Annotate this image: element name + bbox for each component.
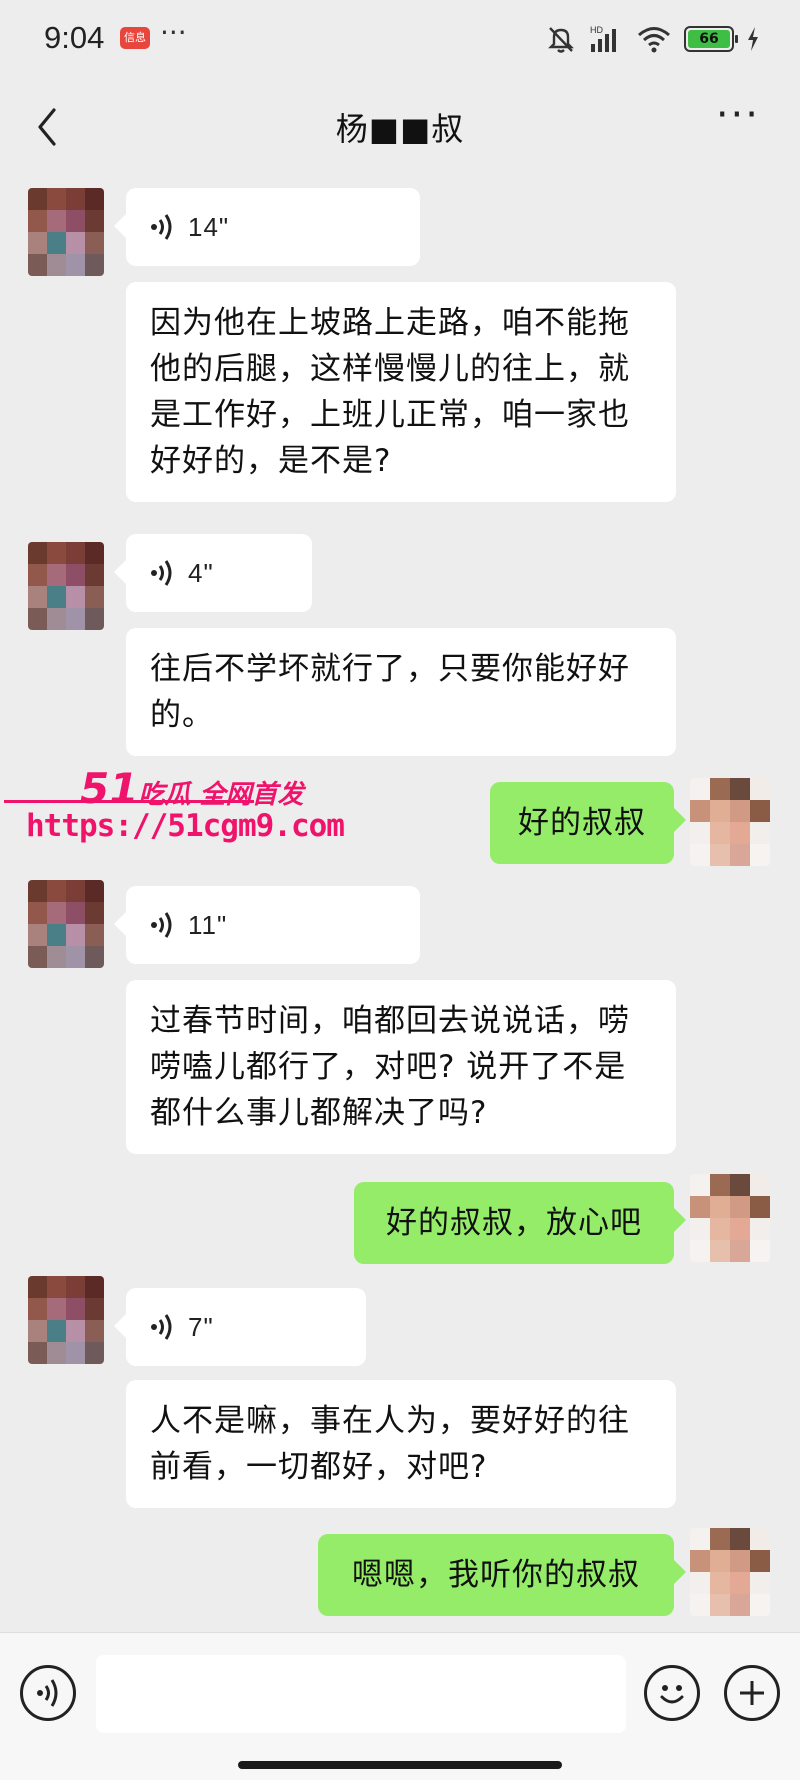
- my-text-message[interactable]: 嗯嗯，我听你的叔叔: [318, 1534, 686, 1616]
- chat-title: 杨■■叔: [335, 110, 465, 148]
- mute-icon: [548, 27, 574, 53]
- watermark-brand: 51吃瓜 全网首发: [80, 764, 304, 813]
- status-more-icon: ···: [160, 16, 187, 49]
- text-message[interactable]: 往后不学坏就行了，只要你能好好的。: [126, 628, 676, 756]
- message-text: 好的叔叔，放心吧: [386, 1205, 642, 1241]
- watermark: 51吃瓜 全网首发 https://51cgm9.com: [0, 764, 345, 844]
- watermark-url: https://51cgm9.com: [26, 808, 345, 844]
- voice-wave-icon: [151, 214, 172, 240]
- battery-level: 66: [688, 30, 730, 48]
- voice-wave-icon: [151, 1314, 172, 1340]
- message-text: 因为他在上坡路上走路，咱不能拖他的后腿，这样慢慢儿的往上，就是工作好，上班儿正常…: [150, 305, 630, 479]
- status-time: 9:04: [44, 20, 105, 55]
- wifi-icon: [638, 27, 670, 53]
- watermark-line: [4, 800, 254, 803]
- voice-message[interactable]: 14": [114, 188, 420, 266]
- voice-icon: [37, 1679, 58, 1707]
- text-message[interactable]: 人不是嘛，事在人为，要好好的往前看，一切都好，对吧?: [126, 1380, 676, 1508]
- voice-message[interactable]: 4": [114, 534, 312, 612]
- message-text: 嗯嗯，我听你的叔叔: [352, 1557, 640, 1593]
- my-avatar[interactable]: [690, 1174, 770, 1262]
- voice-duration: 14": [188, 212, 230, 242]
- voice-message[interactable]: 11": [114, 886, 420, 964]
- emoji-icon: [660, 1685, 684, 1704]
- signal-icon: HD: [590, 25, 616, 52]
- contact-avatar[interactable]: [28, 1276, 104, 1364]
- my-avatar[interactable]: [690, 1528, 770, 1616]
- message-text: 过春节时间，咱都回去说说话，唠唠嗑儿都行了，对吧? 说开了不是都什么事儿都解决了…: [150, 1003, 630, 1131]
- watermark-number: 51: [80, 764, 139, 813]
- text-message[interactable]: 因为他在上坡路上走路，咱不能拖他的后腿，这样慢慢儿的往上，就是工作好，上班儿正常…: [126, 282, 676, 502]
- voice-duration: 7": [188, 1312, 214, 1342]
- more-actions-button[interactable]: [724, 1665, 780, 1721]
- status-bar: 9:04 信息 ··· HD 66: [0, 0, 800, 82]
- voice-wave-icon: [151, 912, 172, 938]
- contact-avatar[interactable]: [28, 542, 104, 630]
- svg-text:HD: HD: [590, 25, 603, 35]
- my-avatar[interactable]: [690, 778, 770, 866]
- plus-icon: [740, 1681, 764, 1705]
- home-indicator[interactable]: [238, 1761, 562, 1769]
- message-text: 人不是嘛，事在人为，要好好的往前看，一切都好，对吧?: [150, 1403, 630, 1485]
- message-text: 好的叔叔: [518, 805, 646, 841]
- status-indicators: HD 66: [546, 24, 760, 54]
- voice-message[interactable]: 7": [114, 1288, 366, 1366]
- voice-duration: 11": [188, 910, 228, 940]
- app-notification-icon: 信息: [120, 27, 150, 49]
- voice-input-button[interactable]: [20, 1665, 76, 1721]
- message-text: 往后不学坏就行了，只要你能好好的。: [150, 651, 630, 733]
- contact-avatar[interactable]: [28, 188, 104, 276]
- charging-icon: [748, 27, 758, 51]
- watermark-text: 吃瓜 全网首发: [138, 780, 304, 810]
- voice-duration: 4": [188, 558, 214, 588]
- text-message[interactable]: 过春节时间，咱都回去说说话，唠唠嗑儿都行了，对吧? 说开了不是都什么事儿都解决了…: [126, 980, 676, 1154]
- my-text-message[interactable]: 好的叔叔: [490, 782, 686, 864]
- emoji-button[interactable]: [644, 1665, 700, 1721]
- more-button[interactable]: ···: [716, 92, 760, 138]
- voice-wave-icon: [151, 560, 172, 586]
- contact-avatar[interactable]: [28, 880, 104, 968]
- message-input-bar: [0, 1632, 800, 1780]
- chat-header: 杨■■叔 ···: [0, 82, 800, 174]
- battery-icon: 66: [684, 26, 738, 52]
- my-text-message[interactable]: 好的叔叔，放心吧: [354, 1182, 686, 1264]
- message-input[interactable]: [96, 1655, 626, 1733]
